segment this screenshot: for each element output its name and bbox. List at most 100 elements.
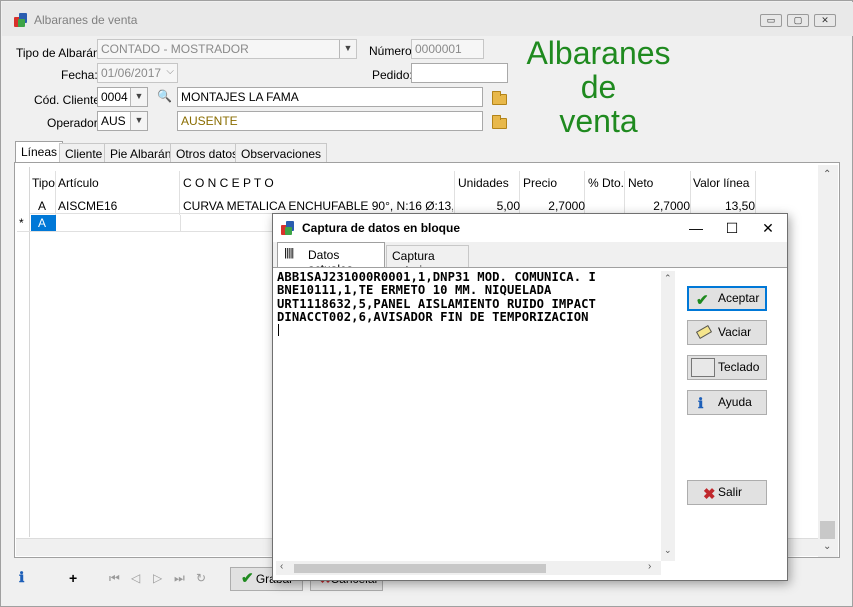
last-record-icon[interactable]: ⏭ [174,571,185,586]
info-icon: ℹ [698,396,704,412]
cell-articulo[interactable] [57,215,181,231]
cod-cliente-value: 0004 [101,90,128,104]
cell-tipo-selected[interactable]: A [31,215,56,231]
tab-lineas[interactable]: Líneas [15,141,64,163]
cell-precio: 2,7000 [548,199,585,213]
grid-vertical-scrollbar[interactable]: ⌃ ⌄ [818,165,838,557]
teclado-button[interactable]: Teclado [687,355,767,380]
chevron-down-icon[interactable]: ▼ [130,112,147,130]
dialog-title: Captura de datos en bloque [302,221,461,235]
tab-captura-anterior[interactable]: Captura anterior [386,245,469,277]
textarea-vertical-scrollbar[interactable]: ⌃ ⌄ [661,271,675,561]
fecha-field[interactable]: 01/06/2017 ⌵ [97,63,178,83]
numero-label: Número: [369,44,416,58]
close-x-icon: ✖ [703,486,716,503]
operador-name-field[interactable]: AUSENTE [177,111,483,131]
capture-line: DINACCT002,6,AVISADOR FIN DE TEMPORIZACI… [277,309,589,324]
operador-value: AUS [101,114,126,128]
info-icon[interactable]: ℹ [19,570,24,586]
ayuda-label: Ayuda [718,395,752,409]
fecha-label: Fecha: [61,68,98,82]
capture-line: ABB1SAJ231000R0001,1,DNP31 MOD. COMUNICA… [277,271,596,284]
salir-label: Salir [718,485,743,499]
ayuda-button[interactable]: ℹ Ayuda [687,390,767,415]
fecha-value: 01/06/2017 [101,66,162,80]
cod-cliente-select[interactable]: 0004 ▼ [97,87,148,107]
operador-label: Operador: [47,116,102,130]
next-record-icon[interactable]: ▷ [153,571,162,585]
scroll-up-icon[interactable]: ⌃ [823,169,831,180]
new-row-marker: * [19,216,24,230]
chevron-down-icon[interactable]: ▼ [339,40,356,58]
pedido-label: Pedido: [372,68,413,82]
chevron-down-icon[interactable]: ▼ [130,88,147,106]
scroll-down-icon[interactable]: ⌄ [664,545,672,556]
eraser-icon [695,325,713,339]
check-icon: ✔ [241,570,254,587]
aceptar-button[interactable]: ✔ Aceptar [687,286,767,311]
tab-observaciones[interactable]: Observaciones [235,143,328,163]
salir-button[interactable]: ✖ Salir [687,480,767,505]
folder-icon[interactable] [492,91,507,105]
operador-select[interactable]: AUS ▼ [97,111,148,131]
scroll-up-icon[interactable]: ⌃ [664,273,672,284]
table-row[interactable]: * A [17,215,277,232]
barcode-icon: ||||| [284,247,294,259]
teclado-label: Teclado [718,360,760,374]
numero-field[interactable]: 0000001 [411,39,484,59]
folder-icon[interactable] [492,115,507,129]
check-icon: ✔ [696,292,709,309]
window-title: Albaranes de venta [34,13,138,27]
dialog-close-button[interactable]: ✕ [753,218,783,238]
scroll-thumb[interactable] [820,521,835,539]
capture-line: URT1118632,5,PANEL AISLAMIENTO RUIDO IMP… [277,296,596,311]
previous-record-icon[interactable]: ◁ [131,571,140,585]
scroll-down-icon[interactable]: ⌄ [823,541,831,552]
tipo-albaran-label: Tipo de Albarán: [16,46,103,60]
aceptar-label: Aceptar [718,291,760,305]
tipo-albaran-select[interactable]: CONTADO - MOSTRADOR ▼ [97,39,357,59]
keyboard-icon [691,358,715,377]
scroll-left-icon[interactable]: ‹ [280,561,283,572]
cell-concepto: CURVA METALICA ENCHUFABLE 90°, N:16 Ø:13… [183,199,453,213]
cell-unidades: 5,00 [496,199,520,213]
tab-cliente[interactable]: Cliente [59,143,109,163]
page-title: Albaranes de venta [511,36,686,138]
cell-neto: 2,7000 [653,199,690,213]
calendar-chevron-icon[interactable]: ⌵ [166,65,174,79]
table-row[interactable]: A AISCME16 CURVA METALICA ENCHUFABLE 90°… [30,197,756,214]
vaciar-label: Vaciar [718,325,752,339]
text-cursor [278,324,279,337]
first-record-icon[interactable]: ⏮ [109,571,120,586]
close-button[interactable]: ✕ [814,14,836,27]
scroll-right-icon[interactable]: › [648,561,651,572]
add-button[interactable]: + [69,570,77,586]
tab-datos-actuales[interactable]: ||||| Datos actuales [277,242,385,276]
tab-pie-albaran[interactable]: Pie Albarán [104,143,178,163]
page-title-line: de [580,69,617,105]
captura-dialog: Captura de datos en bloque — ☐ ✕ ||||| D… [272,213,788,581]
dialog-minimize-button[interactable]: — [681,218,711,238]
textarea-horizontal-scrollbar[interactable]: ‹ › [276,561,661,575]
maximize-button[interactable]: ▢ [787,14,809,27]
app-logo-icon [14,13,28,27]
search-icon[interactable]: 🔍 [157,89,172,103]
scroll-thumb[interactable] [294,564,546,573]
tab-otros-datos[interactable]: Otros datos [170,143,245,163]
vaciar-button[interactable]: Vaciar [687,320,767,345]
app-logo-icon [281,221,295,235]
cell-tipo: A [38,199,47,213]
cliente-name-field[interactable]: MONTAJES LA FAMA [177,87,483,107]
cell-valor-linea: 13,50 [724,199,755,213]
cod-cliente-label: Cód. Cliente: [34,93,104,107]
page-title-line: venta [559,103,638,139]
cell-articulo: AISCME16 [58,199,118,213]
tipo-albaran-value: CONTADO - MOSTRADOR [101,42,249,56]
dialog-maximize-button[interactable]: ☐ [717,218,747,238]
page-title-line: Albaranes [526,35,671,71]
minimize-button[interactable]: ▭ [760,14,782,27]
pedido-field[interactable] [411,63,508,83]
capture-line: BNE10111,1,TE ERMETO 10 MM. NIQUELADA [277,283,552,298]
capture-textarea[interactable]: ABB1SAJ231000R0001,1,DNP31 MOD. COMUNICA… [276,271,676,561]
refresh-icon[interactable]: ↻ [196,571,206,585]
